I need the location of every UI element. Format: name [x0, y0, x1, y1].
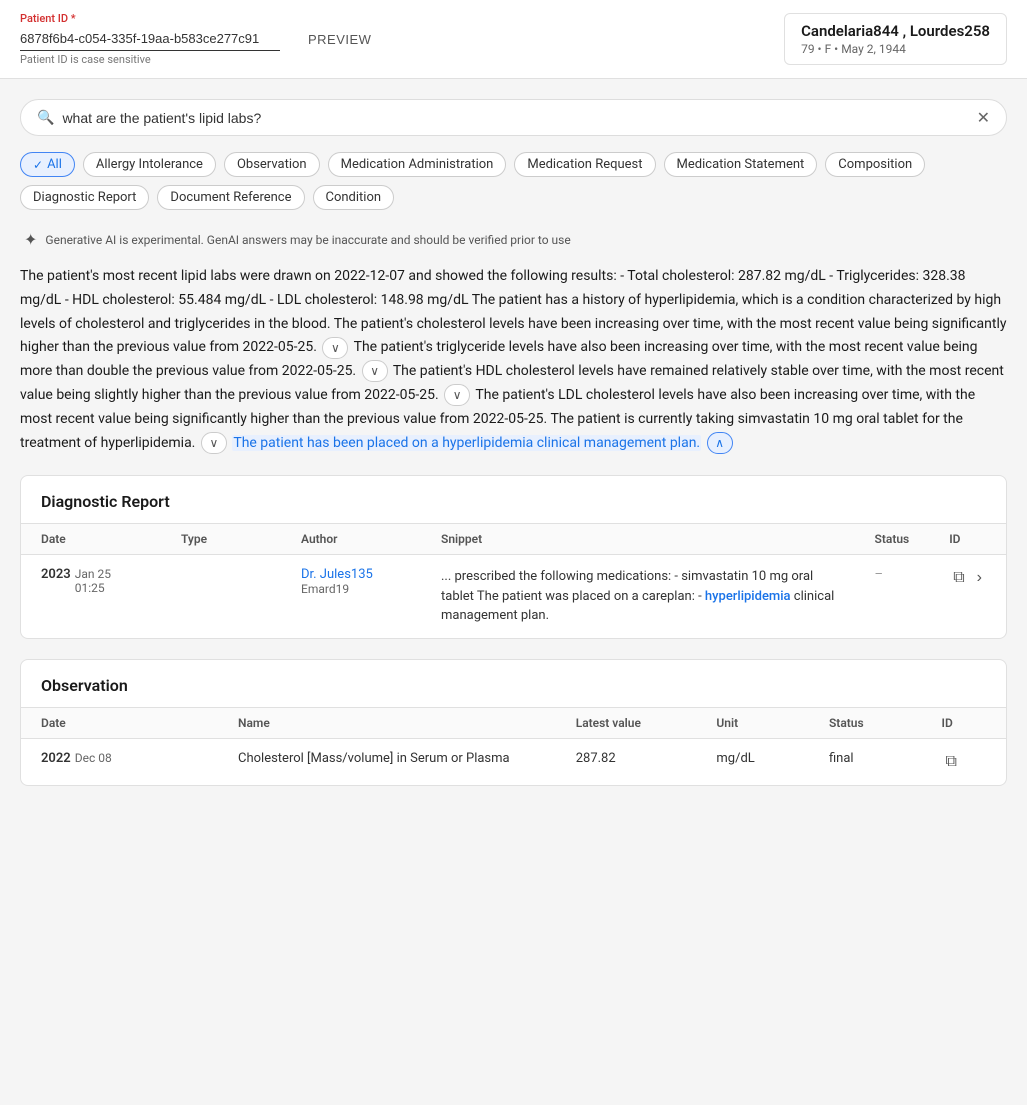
clear-icon[interactable]: ✕ [977, 108, 990, 127]
obs-th-latest: Latest value [556, 707, 697, 738]
obs-th-id: ID [922, 707, 1006, 738]
filter-chip-document-reference[interactable]: Document Reference [157, 185, 304, 210]
patient-details: 79 • F • May 2, 1944 [801, 42, 990, 56]
expand-row-button[interactable]: › [973, 567, 986, 589]
expand-button-5[interactable]: ∧ [707, 432, 733, 454]
filter-label-diagnostic-report: Diagnostic Report [33, 190, 136, 205]
th-date: Date [21, 524, 161, 555]
row-author: Dr. Jules135 Emard19 [281, 555, 421, 638]
th-status: Status [855, 524, 930, 555]
expand-button-1[interactable]: ∨ [322, 337, 348, 359]
preview-button[interactable]: PREVIEW [300, 28, 379, 51]
patient-id-label: Patient ID * [20, 12, 280, 25]
expand-button-4[interactable]: ∨ [201, 432, 227, 454]
filter-label-condition: Condition [326, 190, 382, 205]
obs-row-latest: 287.82 [556, 738, 697, 785]
diagnostic-report-title: Diagnostic Report [21, 476, 1006, 523]
table-row: 2023 Jan 25 01:25 Dr. Jules135 Emard19 .… [21, 555, 1006, 638]
patient-info-card: Candelaria844 , Lourdes258 79 • F • May … [784, 13, 1007, 65]
filter-label-all: All [47, 157, 62, 172]
required-marker: * [68, 12, 76, 25]
diagnostic-report-card: Diagnostic Report Date Type Author Snipp… [20, 475, 1007, 639]
obs-copy-id-button[interactable]: ⧉ [942, 751, 961, 773]
filter-label-medication-statement: Medication Statement [677, 157, 805, 172]
table-row: 2022 Dec 08 Cholesterol [Mass/volume] in… [21, 738, 1006, 785]
obs-row-date: 2022 Dec 08 [21, 738, 218, 785]
check-icon: ✓ [33, 158, 43, 172]
row-status: – [855, 555, 930, 638]
filter-row: ✓ All Allergy Intolerance Observation Me… [20, 152, 1007, 210]
observation-title: Observation [21, 660, 1006, 707]
filter-chip-condition[interactable]: Condition [313, 185, 395, 210]
filter-chip-observation[interactable]: Observation [224, 152, 320, 177]
ai-disclaimer: ✦ Generative AI is experimental. GenAI a… [20, 230, 1007, 249]
search-icon: 🔍 [37, 110, 54, 126]
ai-spark-icon: ✦ [24, 230, 37, 249]
author-sub: Emard19 [301, 582, 401, 596]
row-type [161, 555, 281, 638]
ai-disclaimer-text: Generative AI is experimental. GenAI ans… [45, 233, 570, 247]
obs-th-unit: Unit [696, 707, 809, 738]
obs-th-status: Status [809, 707, 922, 738]
row-snippet: ... prescribed the following medications… [421, 555, 855, 638]
observation-table: Date Name Latest value Unit Status ID 20… [21, 707, 1006, 785]
obs-row-unit: mg/dL [696, 738, 809, 785]
ai-highlighted-text: The patient has been placed on a hyperli… [232, 435, 701, 451]
filter-label-observation: Observation [237, 157, 307, 172]
observation-card: Observation Date Name Latest value Unit … [20, 659, 1007, 786]
obs-row-id: ⧉ [922, 738, 1006, 785]
date-rest: Jan 25 01:25 [75, 567, 141, 595]
search-input[interactable] [62, 110, 968, 126]
obs-date-rest: Dec 08 [75, 751, 112, 765]
row-actions: ⧉ › [949, 567, 986, 589]
filter-chip-all[interactable]: ✓ All [20, 152, 75, 177]
expand-button-3[interactable]: ∨ [444, 384, 470, 406]
patient-id-hint: Patient ID is case sensitive [20, 53, 280, 66]
status-dash: – [875, 567, 884, 582]
header: Patient ID * Patient ID is case sensitiv… [0, 0, 1027, 79]
filter-chip-allergy-intolerance[interactable]: Allergy Intolerance [83, 152, 216, 177]
patient-name: Candelaria844 , Lourdes258 [801, 22, 990, 40]
th-author: Author [281, 524, 421, 555]
filter-chip-medication-request[interactable]: Medication Request [514, 152, 655, 177]
filter-chip-diagnostic-report[interactable]: Diagnostic Report [20, 185, 149, 210]
patient-id-input[interactable] [20, 27, 280, 51]
copy-id-button[interactable]: ⧉ [949, 567, 968, 589]
date-year: 2023 [41, 567, 71, 582]
filter-label-document-reference: Document Reference [170, 190, 291, 205]
main-content: 🔍 ✕ ✓ All Allergy Intolerance Observatio… [0, 79, 1027, 826]
snippet-highlight: hyperlipidemia [705, 589, 791, 604]
th-snippet: Snippet [421, 524, 855, 555]
row-id: ⧉ › [929, 555, 1006, 638]
diagnostic-report-table: Date Type Author Snippet Status ID 2023 … [21, 523, 1006, 638]
filter-chip-medication-statement[interactable]: Medication Statement [664, 152, 818, 177]
th-type: Type [161, 524, 281, 555]
filter-label-medication-request: Medication Request [527, 157, 642, 172]
filter-chip-medication-administration[interactable]: Medication Administration [328, 152, 507, 177]
ai-response: The patient's most recent lipid labs wer… [20, 265, 1007, 455]
filter-label-medication-admin: Medication Administration [341, 157, 494, 172]
th-id: ID [929, 524, 1006, 555]
patient-id-section: Patient ID * Patient ID is case sensitiv… [20, 12, 280, 66]
obs-th-date: Date [21, 707, 218, 738]
filter-label-composition: Composition [838, 157, 912, 172]
obs-row-status: final [809, 738, 922, 785]
expand-button-2[interactable]: ∨ [362, 360, 388, 382]
obs-date-year: 2022 [41, 751, 71, 766]
obs-row-name: Cholesterol [Mass/volume] in Serum or Pl… [218, 738, 556, 785]
row-date: 2023 Jan 25 01:25 [21, 555, 161, 638]
filter-chip-composition[interactable]: Composition [825, 152, 925, 177]
search-bar: 🔍 ✕ [20, 99, 1007, 136]
filter-label-allergy: Allergy Intolerance [96, 157, 203, 172]
obs-th-name: Name [218, 707, 556, 738]
author-name: Dr. Jules135 [301, 567, 401, 582]
